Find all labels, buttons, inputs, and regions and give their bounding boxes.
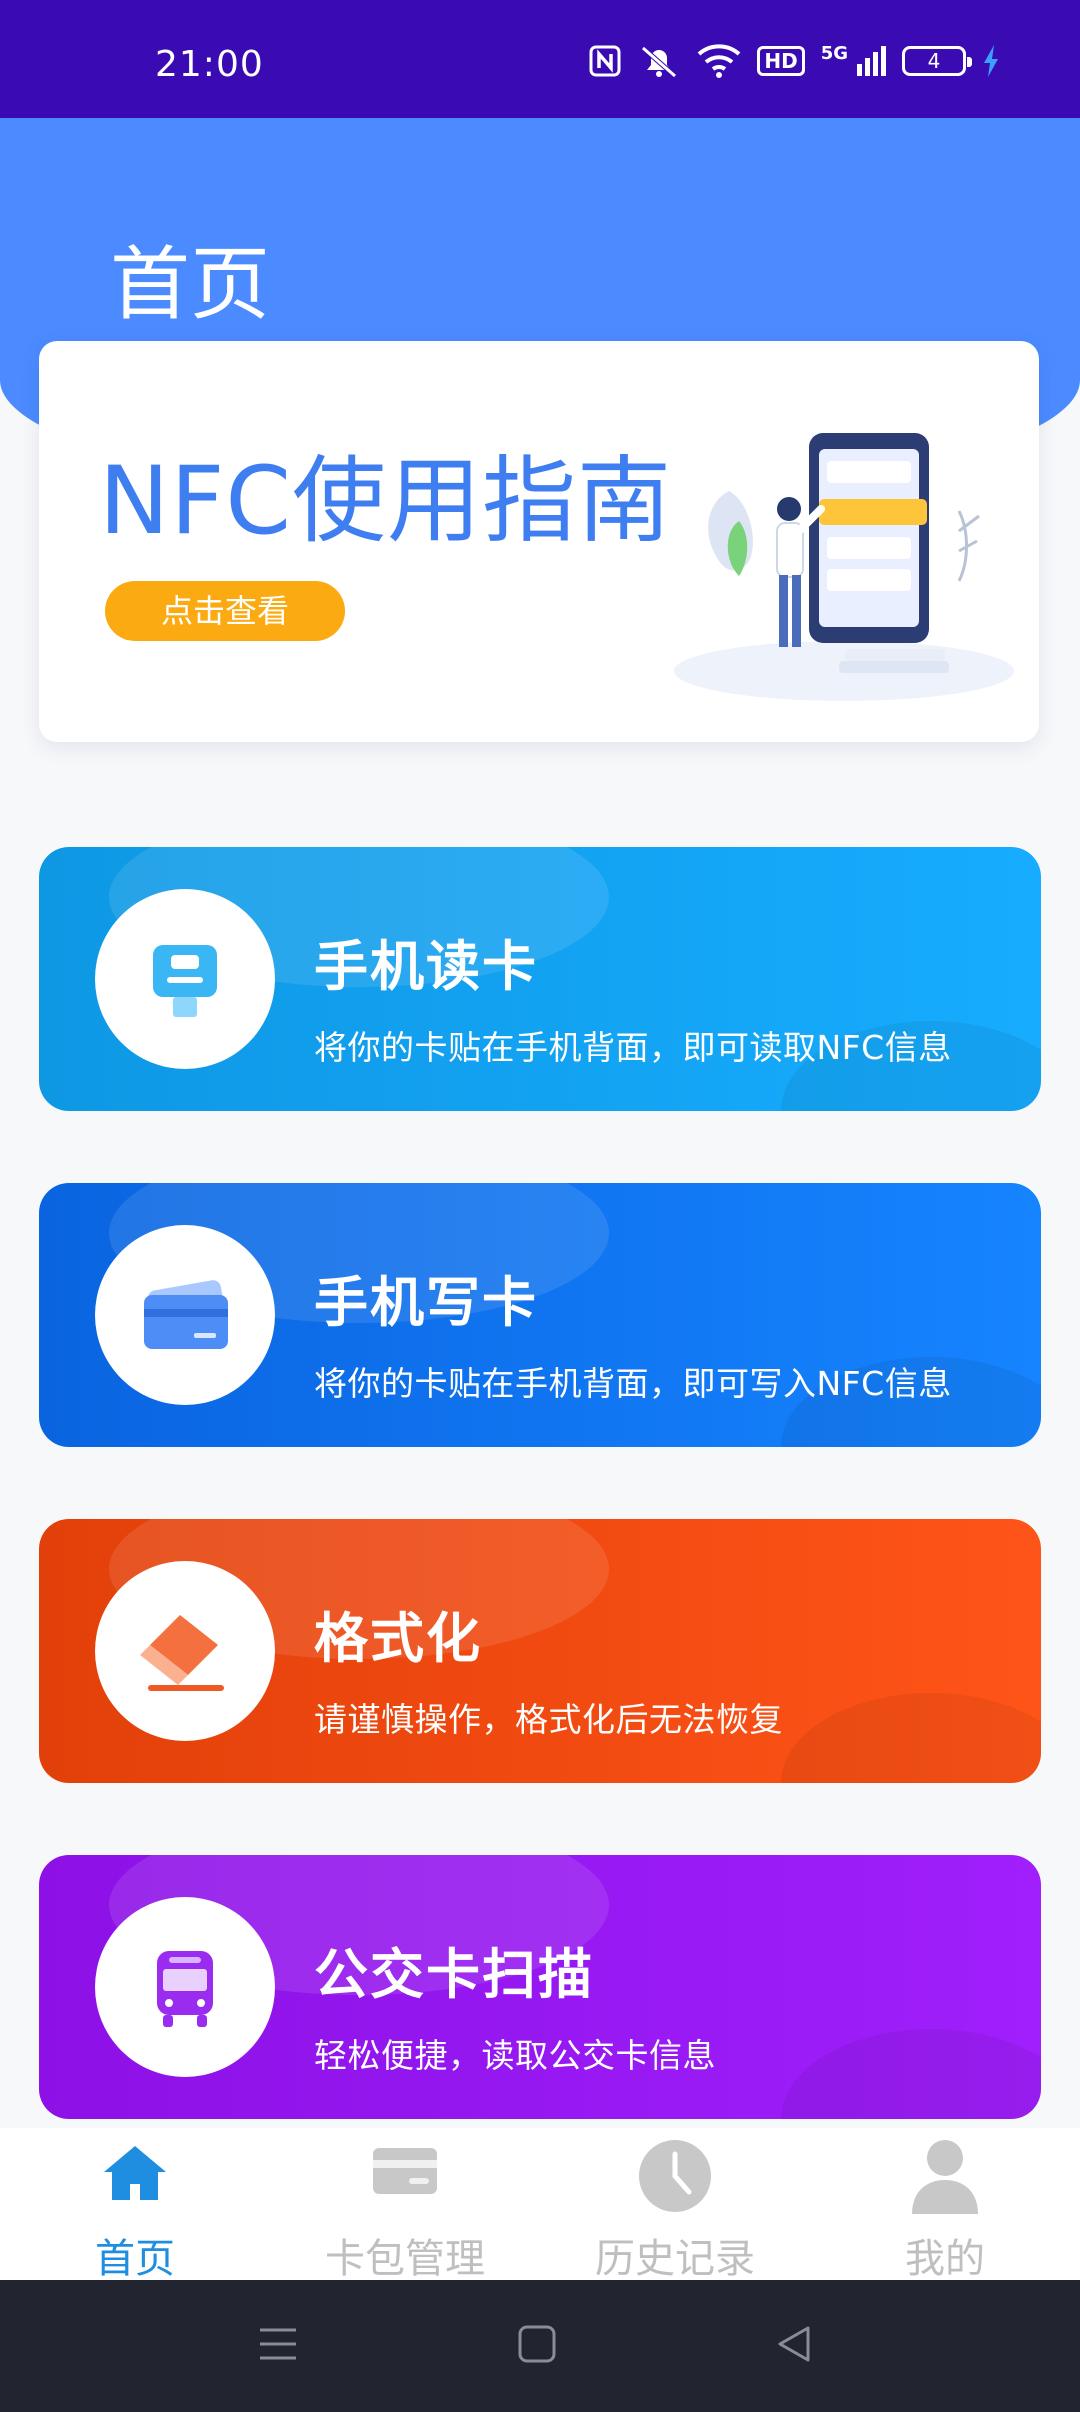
eraser-icon bbox=[95, 1561, 275, 1741]
app-screen: 21:00 HD 5G 4 首页 NFC使用指南 点击查看 手机读卡 将你的卡贴… bbox=[0, 0, 1080, 2412]
bus-card-scan-feature[interactable]: 公交卡扫描 轻松便捷，读取公交卡信息 bbox=[39, 1855, 1041, 2119]
card-decoration bbox=[781, 2029, 1041, 2119]
tab-home[interactable]: 首页 bbox=[0, 2128, 270, 2282]
wifi-icon bbox=[697, 44, 741, 78]
format-feature[interactable]: 格式化 请谨慎操作，格式化后无法恢复 bbox=[39, 1519, 1041, 1783]
wallet-icon bbox=[373, 2148, 437, 2194]
user-icon bbox=[912, 2140, 978, 2214]
charging-icon bbox=[982, 45, 1000, 77]
tab-label: 历史记录 bbox=[595, 2236, 755, 2282]
read-card-feature[interactable]: 手机读卡 将你的卡贴在手机背面，即可读取NFC信息 bbox=[39, 847, 1041, 1111]
view-guide-button[interactable]: 点击查看 bbox=[105, 581, 345, 641]
phone-illustration bbox=[674, 433, 1014, 701]
card-reader-icon bbox=[95, 889, 275, 1069]
nfc-icon bbox=[589, 45, 621, 77]
tab-label: 卡包管理 bbox=[325, 2236, 485, 2282]
bus-icon bbox=[95, 1897, 275, 2077]
bottom-tab-bar: 首页 卡包管理 历史记录 我的 bbox=[0, 2128, 1080, 2282]
back-icon[interactable] bbox=[772, 2322, 816, 2366]
home-icon bbox=[104, 2146, 166, 2200]
feature-title: 格式化 bbox=[314, 1607, 482, 1670]
network-type: 5G bbox=[820, 43, 848, 64]
mute-icon bbox=[637, 44, 681, 78]
tab-label: 首页 bbox=[95, 2236, 175, 2282]
menu-icon[interactable] bbox=[256, 2322, 300, 2366]
tab-history[interactable]: 历史记录 bbox=[540, 2128, 810, 2282]
guide-title: NFC使用指南 bbox=[99, 447, 673, 556]
feature-description: 轻松便捷，读取公交卡信息 bbox=[314, 2036, 716, 2075]
hd-badge: HD bbox=[757, 46, 805, 76]
feature-title: 手机读卡 bbox=[314, 935, 538, 998]
card-icon bbox=[95, 1225, 275, 1405]
tab-label: 我的 bbox=[905, 2236, 985, 2282]
status-time: 21:00 bbox=[155, 44, 264, 85]
feature-description: 将你的卡贴在手机背面，即可写入NFC信息 bbox=[314, 1364, 952, 1403]
signal-icon bbox=[856, 46, 886, 76]
tab-wallet[interactable]: 卡包管理 bbox=[270, 2128, 540, 2282]
battery-indicator: 4 bbox=[902, 46, 972, 76]
status-icons: HD 5G 4 bbox=[589, 44, 1000, 78]
system-nav-bar bbox=[0, 2280, 1080, 2412]
feature-description: 将你的卡贴在手机背面，即可读取NFC信息 bbox=[314, 1028, 952, 1067]
write-card-feature[interactable]: 手机写卡 将你的卡贴在手机背面，即可写入NFC信息 bbox=[39, 1183, 1041, 1447]
tab-profile[interactable]: 我的 bbox=[810, 2128, 1080, 2282]
nfc-guide-banner[interactable]: NFC使用指南 点击查看 bbox=[39, 341, 1039, 742]
card-decoration bbox=[781, 1693, 1041, 1783]
page-title: 首页 bbox=[110, 238, 270, 331]
status-bar: 21:00 HD 5G 4 bbox=[0, 0, 1080, 118]
feature-title: 手机写卡 bbox=[314, 1271, 538, 1334]
home-button-icon[interactable] bbox=[515, 2322, 559, 2366]
feature-title: 公交卡扫描 bbox=[314, 1943, 594, 2006]
feature-description: 请谨慎操作，格式化后无法恢复 bbox=[314, 1700, 783, 1739]
clock-icon bbox=[639, 2140, 711, 2212]
